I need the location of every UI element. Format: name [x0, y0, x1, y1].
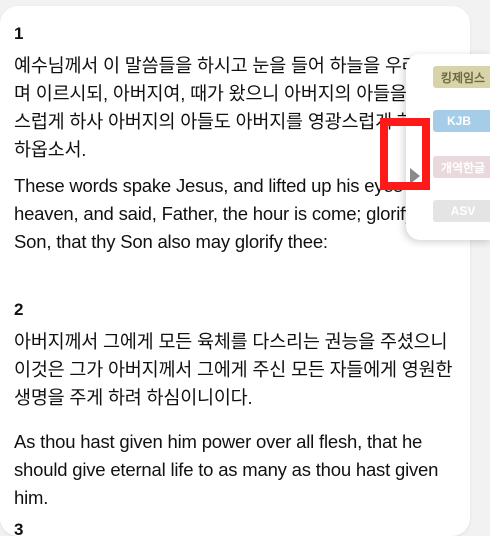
- verse-korean-text: 아버지께서 그에게 모든 육체를 다스리는 권능을 주셨으니 이것은 그가 아버…: [14, 331, 453, 408]
- tag-king-james-korean[interactable]: 킹제임스: [433, 66, 490, 88]
- verse-number: 2: [14, 300, 24, 319]
- tag-kjb[interactable]: KJB: [433, 110, 490, 132]
- highlight-box: [380, 118, 430, 190]
- verse-number: 3: [14, 520, 24, 536]
- verse-number: 1: [14, 24, 24, 43]
- verse-card: 1 예수님께서 이 말씀들을 하시고 눈을 들어 하늘을 우러러보며 이르시되,…: [0, 6, 470, 536]
- tag-asv[interactable]: ASV: [433, 200, 490, 222]
- tag-korean-revised[interactable]: 개역한글: [433, 156, 490, 178]
- verse-english-text: As thou hast given him power over all fl…: [14, 431, 439, 508]
